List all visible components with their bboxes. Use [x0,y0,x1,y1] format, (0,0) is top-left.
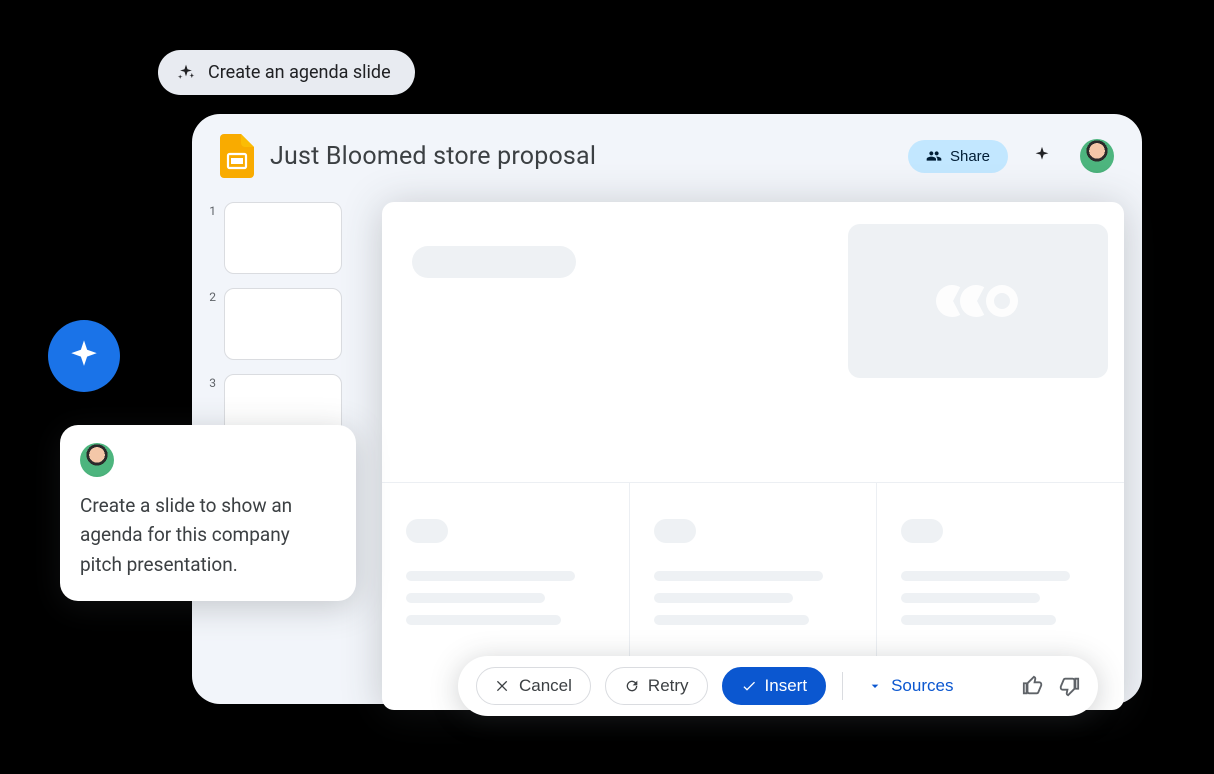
thumbs-up-button[interactable] [1022,675,1044,697]
cancel-label: Cancel [519,676,572,696]
thumbnail-number: 1 [206,204,216,218]
thumbnail-preview [224,202,342,274]
share-button[interactable]: Share [908,140,1008,173]
document-title[interactable]: Just Bloomed store proposal [270,142,892,171]
generated-slide-preview [382,202,1124,710]
sources-button[interactable]: Sources [859,670,961,702]
chevron-down-icon [867,678,883,694]
suggestion-chip[interactable]: Create an agenda slide [158,50,415,95]
thumbnail-preview [224,288,342,360]
slides-header: Just Bloomed store proposal Share [192,114,1142,188]
thumbs-down-icon [1058,675,1080,697]
thumbnail-number: 2 [206,290,216,304]
slide-thumbnails: 1 2 3 [206,202,342,446]
check-icon [741,678,757,694]
slide-thumbnail[interactable]: 1 [206,202,342,274]
gemini-badge [48,320,120,392]
suggestion-label: Create an agenda slide [208,62,391,83]
people-icon [926,148,942,164]
refresh-icon [624,678,640,694]
slides-logo-icon [220,134,254,178]
slide-thumbnail[interactable]: 2 [206,288,342,360]
retry-button[interactable]: Retry [605,667,708,705]
divider [842,672,843,700]
cancel-button[interactable]: Cancel [476,667,591,705]
insert-label: Insert [765,676,808,696]
user-avatar [80,443,114,477]
prompt-text: Create a slide to show an agenda for thi… [80,491,336,579]
sources-label: Sources [891,676,953,696]
gemini-sparkle-button[interactable] [1030,144,1054,168]
prompt-card: Create a slide to show an agenda for thi… [60,425,356,601]
retry-label: Retry [648,676,689,696]
thumbnail-number: 3 [206,376,216,390]
sparkle-icon [176,63,196,83]
close-icon [495,678,511,694]
action-bar: Cancel Retry Insert Sources [458,656,1098,716]
user-avatar[interactable] [1080,139,1114,173]
thumbs-down-button[interactable] [1058,675,1080,697]
thumbs-up-icon [1022,675,1044,697]
placeholder-image [848,224,1108,378]
insert-button[interactable]: Insert [722,667,827,705]
share-label: Share [950,148,990,165]
slides-window: Just Bloomed store proposal Share 1 2 3 [192,114,1142,704]
placeholder-title [412,246,576,278]
